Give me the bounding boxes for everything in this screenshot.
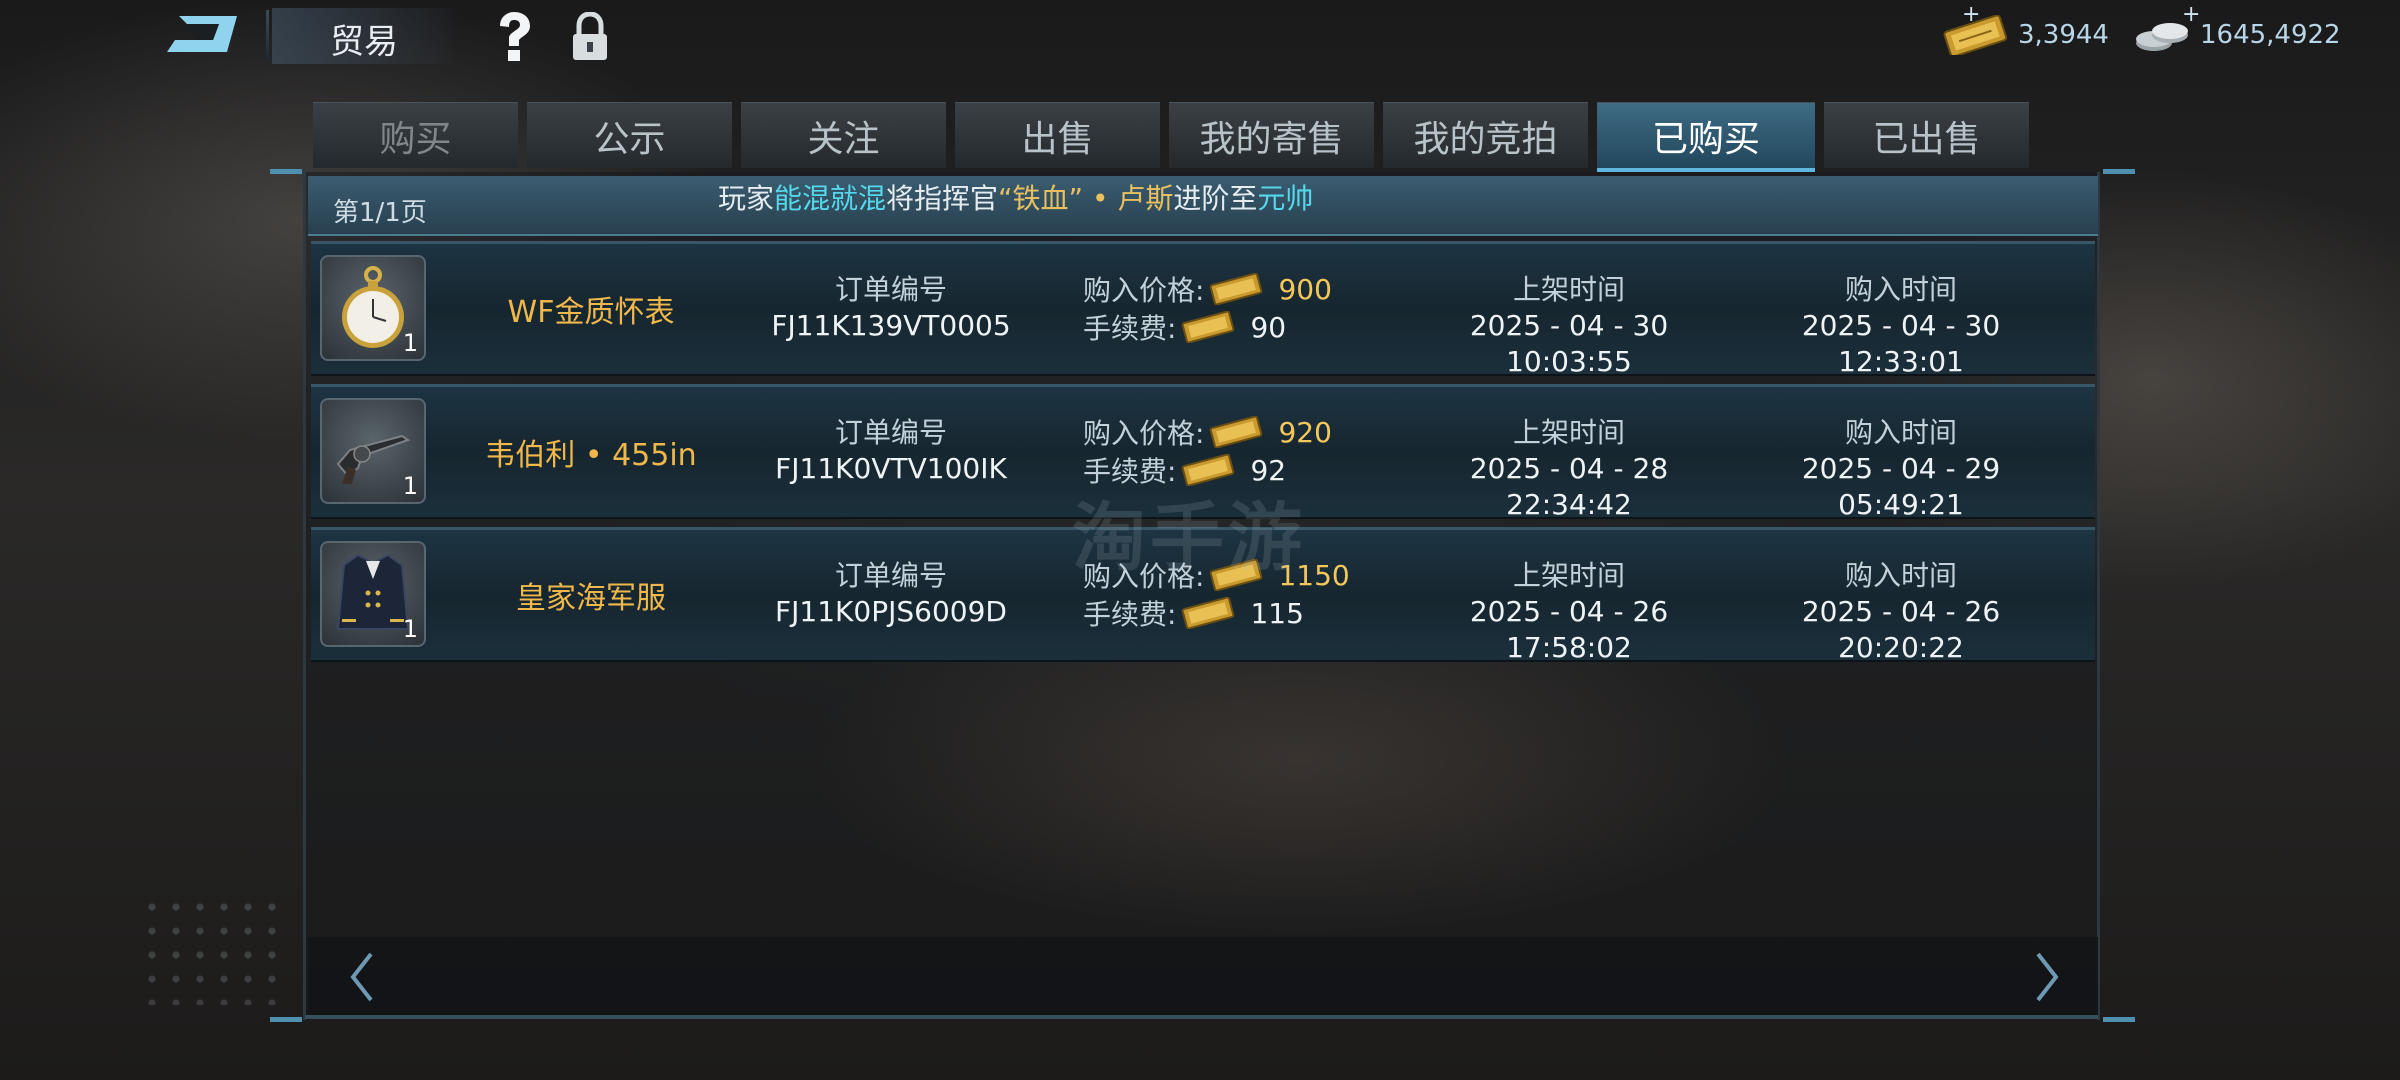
notice-player-name: 能混就混 — [774, 182, 887, 215]
silver-coin-balance[interactable]: + 1645,4922 — [2132, 2, 2341, 56]
purchase-time-value: 2025 - 04 - 30 12:33:01 — [1801, 309, 2001, 378]
listed-time: 上架时间 2025 - 04 - 30 10:03:55 — [1419, 272, 1719, 380]
purchase-time-label: 购入时间 — [1844, 416, 1957, 449]
order-number: 订单编号 FJ11K0PJS6009D — [741, 558, 1041, 630]
tab-watchlist[interactable]: 关注 — [741, 102, 946, 168]
order-number-value: FJ11K0PJS6009D — [775, 595, 1007, 628]
item-thumbnail[interactable]: 1 — [320, 541, 426, 647]
header-separator — [266, 10, 269, 62]
listed-time-value: 2025 - 04 - 26 17:58:02 — [1469, 595, 1669, 664]
background-decoration — [140, 895, 290, 1005]
listed-time: 上架时间 2025 - 04 - 28 22:34:42 — [1419, 415, 1719, 523]
purchase-time: 购入时间 2025 - 04 - 30 12:33:01 — [1751, 272, 2051, 380]
gold-ticket-icon — [1182, 311, 1235, 343]
gold-ticket-balance[interactable]: + 3,3944 — [1940, 2, 2109, 56]
trade-tabs: 购买 公示 关注 出售 我的寄售 我的竞拍 已购买 已出售 — [313, 102, 2029, 172]
purchase-time-label: 购入时间 — [1844, 273, 1957, 306]
plus-icon: + — [2182, 2, 2201, 27]
purchase-time-value: 2025 - 04 - 29 05:49:21 — [1801, 452, 2001, 521]
fee-value: 115 — [1250, 596, 1304, 630]
buy-price-value: 920 — [1278, 415, 1332, 449]
gold-ticket-icon — [1210, 273, 1263, 305]
item-name: WF金质怀表 — [507, 295, 675, 330]
notice-commander-name: “铁血” • 卢斯 — [998, 182, 1174, 215]
price-info: 购入价格: 900 手续费: 90 — [1083, 264, 1383, 364]
page-title: 贸易 — [330, 22, 398, 62]
listed-time-label: 上架时间 — [1512, 273, 1625, 306]
silver-amount: 1645,4922 — [2200, 20, 2341, 50]
tab-purchased[interactable]: 已购买 — [1597, 102, 1815, 172]
item-thumbnail[interactable]: 1 — [320, 255, 426, 361]
fee-label: 手续费: — [1083, 598, 1177, 631]
listed-time: 上架时间 2025 - 04 - 26 17:58:02 — [1419, 558, 1719, 666]
item-quantity: 1 — [402, 329, 418, 357]
order-number-label: 订单编号 — [834, 273, 947, 306]
panel-border-left — [303, 172, 306, 1020]
item-name: 皇家海军服 — [516, 581, 666, 616]
listed-time-value: 2025 - 04 - 28 22:34:42 — [1469, 452, 1669, 521]
frame-corner — [2103, 169, 2135, 174]
order-number: 订单编号 FJ11K139VT0005 — [741, 272, 1041, 344]
purchase-row[interactable]: 1 WF金质怀表 订单编号 FJ11K139VT0005 购入价格: 900 手… — [311, 241, 2095, 378]
frame-corner — [2103, 1017, 2135, 1022]
order-number: 订单编号 FJ11K0VTV100IK — [741, 415, 1041, 487]
notice-rank: 元帅 — [1257, 182, 1314, 215]
tab-announcement[interactable]: 公示 — [527, 102, 732, 168]
order-number-label: 订单编号 — [834, 416, 947, 449]
purchase-time: 购入时间 2025 - 04 - 29 05:49:21 — [1751, 415, 2051, 523]
item-quantity: 1 — [402, 472, 418, 500]
tab-buy[interactable]: 购买 — [313, 102, 518, 168]
lock-icon[interactable] — [570, 11, 610, 62]
game-logo — [165, 12, 243, 56]
purchase-time: 购入时间 2025 - 04 - 26 20:20:22 — [1751, 558, 2051, 666]
item-quantity: 1 — [402, 615, 418, 643]
item-name: 韦伯利 • 455in — [485, 438, 697, 473]
next-page-arrow-icon[interactable] — [2030, 950, 2064, 1004]
notice-text: 玩家 — [718, 182, 775, 215]
order-number-value: FJ11K0VTV100IK — [775, 452, 1007, 485]
gold-ticket-icon — [1210, 416, 1263, 448]
buy-price-label: 购入价格: — [1083, 417, 1205, 450]
buy-price-value: 900 — [1278, 272, 1332, 306]
order-number-label: 订单编号 — [834, 559, 947, 592]
purchase-time-value: 2025 - 04 - 26 20:20:22 — [1801, 595, 2001, 664]
buy-price-label: 购入价格: — [1083, 274, 1205, 307]
notice-text: 将指挥官 — [886, 182, 999, 215]
broadcast-notice: 玩家能混就混将指挥官“铁血” • 卢斯进阶至元帅 — [718, 177, 1313, 217]
fee-label: 手续费: — [1083, 312, 1177, 345]
pagination-bar — [308, 937, 2098, 1015]
listed-time-value: 2025 - 04 - 30 10:03:55 — [1469, 309, 1669, 378]
plus-icon: + — [1962, 2, 1981, 27]
tab-my-auction[interactable]: 我的竞拍 — [1383, 102, 1588, 168]
tab-sold[interactable]: 已出售 — [1824, 102, 2029, 168]
gold-ticket-icon — [1182, 597, 1235, 629]
page-indicator: 第1/1页 — [333, 198, 427, 228]
notice-text: 进阶至 — [1173, 182, 1258, 215]
purchase-time-label: 购入时间 — [1844, 559, 1957, 592]
panel-bottom-border — [305, 1015, 2098, 1019]
listed-time-label: 上架时间 — [1512, 416, 1625, 449]
order-number-value: FJ11K139VT0005 — [771, 309, 1011, 342]
panel-border-right — [2097, 172, 2100, 1020]
help-icon[interactable] — [492, 10, 536, 64]
tab-my-consignment[interactable]: 我的寄售 — [1169, 102, 1374, 168]
item-thumbnail[interactable]: 1 — [320, 398, 426, 504]
frame-corner — [270, 1017, 302, 1022]
gold-amount: 3,3944 — [2018, 20, 2109, 50]
listed-time-label: 上架时间 — [1512, 559, 1625, 592]
watermark: 淘手游 — [1072, 495, 1306, 581]
previous-page-arrow-icon[interactable] — [345, 950, 379, 1004]
tab-sell[interactable]: 出售 — [955, 102, 1160, 168]
fee-value: 90 — [1250, 310, 1287, 344]
frame-corner — [270, 169, 302, 174]
